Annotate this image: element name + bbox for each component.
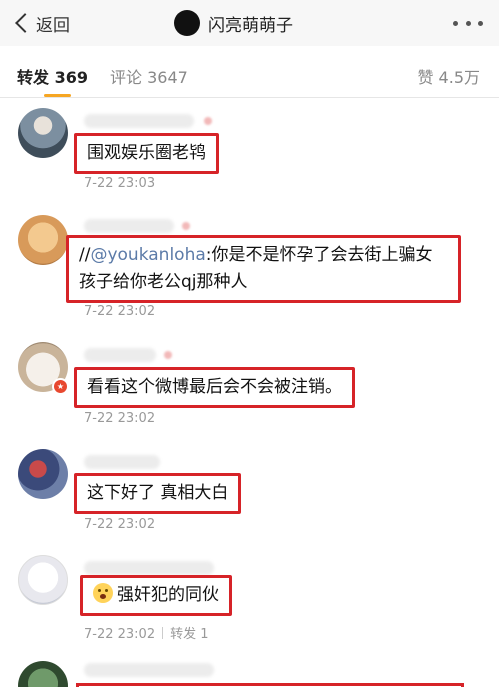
username-blurred[interactable]	[84, 219, 174, 233]
tab-repost[interactable]: 转发 369	[17, 64, 88, 88]
repost-time: 7-22 23:02	[84, 517, 155, 532]
list-item: //@youkanloha:你是不是怀孕了会去街上骗女孩子给你老公qj那种人 7…	[0, 215, 499, 335]
list-item: 强奸犯的同伙 7-22 23:02 转发 1	[0, 555, 499, 650]
tab-comment-count: 3647	[147, 68, 188, 87]
list-item: ★ 看看这个微博最后会不会被注销。 7-22 23:02	[0, 342, 499, 442]
time-label: 7-22 23:02	[84, 411, 156, 426]
more-icon[interactable]	[453, 14, 483, 32]
time-label: 7-22 23:02	[84, 627, 156, 642]
scared-emoji-icon	[93, 583, 113, 603]
repost-text: //@youkanloha:你是不是怀孕了会去街上骗女孩子给你老公qj那种人	[66, 235, 461, 303]
tab-like[interactable]: 赞 4.5万	[417, 64, 480, 88]
list-item	[0, 657, 499, 687]
active-tab-indicator	[44, 94, 71, 97]
meta-separator	[162, 627, 164, 639]
repost-time: 7-22 23:02	[84, 411, 155, 426]
nav-title: 闪亮萌萌子	[208, 15, 293, 36]
repost-count-label[interactable]: 转发 1	[170, 627, 208, 642]
avatar[interactable]	[18, 215, 68, 265]
mention-link[interactable]: @youkanloha	[90, 245, 205, 265]
username-blurred[interactable]	[84, 561, 214, 575]
username-blurred[interactable]	[84, 114, 194, 128]
repost-text: 围观娱乐圈老鸨	[74, 133, 219, 174]
nav-avatar	[174, 10, 200, 36]
repost-text: 这下好了 真相大白	[74, 473, 242, 514]
avatar[interactable]	[18, 555, 68, 605]
tab-like-label: 赞	[417, 68, 434, 87]
avatar[interactable]	[18, 449, 68, 499]
time-label: 7-22 23:02	[84, 517, 156, 532]
avatar[interactable]	[18, 108, 68, 158]
tab-bar: 转发 369 评论 3647 赞 4.5万	[0, 54, 499, 98]
user-badge-blurred	[204, 117, 212, 125]
tab-repost-label: 转发	[17, 68, 50, 87]
repost-prefix: //	[79, 245, 91, 265]
nav-profile[interactable]: 闪亮萌萌子	[174, 9, 293, 37]
list-item: 围观娱乐圈老鸨 7-22 23:03	[0, 108, 499, 208]
repost-time: 7-22 23:02	[84, 304, 155, 319]
avatar[interactable]	[18, 661, 68, 687]
tab-repost-count: 369	[54, 68, 88, 87]
username-blurred[interactable]	[84, 663, 214, 677]
chevron-left-icon	[15, 13, 35, 33]
repost-text-content: 强奸犯的同伙	[117, 585, 219, 605]
repost-text: 强奸犯的同伙	[80, 575, 232, 616]
user-badge-blurred	[182, 222, 190, 230]
navigation-bar: 返回 闪亮萌萌子	[0, 0, 499, 46]
repost-text-content: 这下好了 真相大白	[87, 483, 229, 503]
repost-meta: 7-22 23:02 转发 1	[84, 623, 209, 642]
user-badge-blurred	[164, 351, 172, 359]
tab-like-count: 4.5万	[438, 68, 480, 87]
back-button[interactable]: 返回	[12, 10, 70, 36]
repost-time: 7-22 23:03	[84, 176, 155, 191]
repost-text-content: 看看这个微博最后会不会被注销。	[87, 377, 342, 397]
username-blurred[interactable]	[84, 348, 156, 362]
verified-badge-icon: ★	[52, 378, 69, 395]
username-blurred[interactable]	[84, 455, 160, 469]
tab-comment[interactable]: 评论 3647	[110, 64, 188, 88]
time-label: 7-22 23:03	[84, 176, 156, 191]
repost-text: 看看这个微博最后会不会被注销。	[74, 367, 355, 408]
list-item: 这下好了 真相大白 7-22 23:02	[0, 449, 499, 549]
repost-text-box-partial	[76, 683, 464, 687]
tab-comment-label: 评论	[110, 68, 143, 87]
time-label: 7-22 23:02	[84, 304, 156, 319]
repost-text-content: 围观娱乐圈老鸨	[87, 143, 206, 163]
back-label: 返回	[36, 15, 70, 36]
